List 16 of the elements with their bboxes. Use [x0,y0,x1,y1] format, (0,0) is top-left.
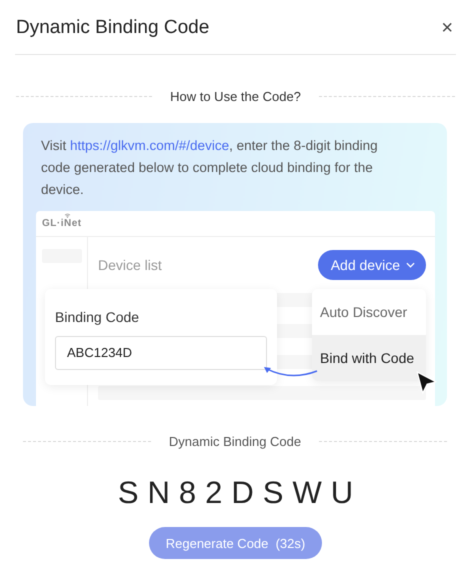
add-device-button[interactable]: Add device [318,250,426,280]
section-heading: How to Use the Code? [170,89,301,104]
chevron-down-icon [406,262,415,268]
device-link[interactable]: https://glkvm.com/#/device [70,138,230,153]
field-label: Binding Code [55,309,140,325]
code-input-field: ABC1234D [55,336,267,370]
logo-text: GL·iNet [42,218,82,229]
menu-item[interactable]: Auto Discover [312,289,426,335]
section-heading: Dynamic Binding Code [168,434,302,449]
menu-item[interactable]: Bind with Code [312,335,426,381]
wifi-icon [64,213,71,218]
binding-code: SN82DSWU [116,475,364,511]
close-button[interactable]: × [439,18,455,38]
instruction-text: Visit https://glkvm.com/#/device, enter the 8-digit binding code generated below to complete cloud binding for the device. [41,137,379,199]
dialog-title: Dynamic Binding Code [16,17,210,39]
page-title: Device list [98,257,162,273]
